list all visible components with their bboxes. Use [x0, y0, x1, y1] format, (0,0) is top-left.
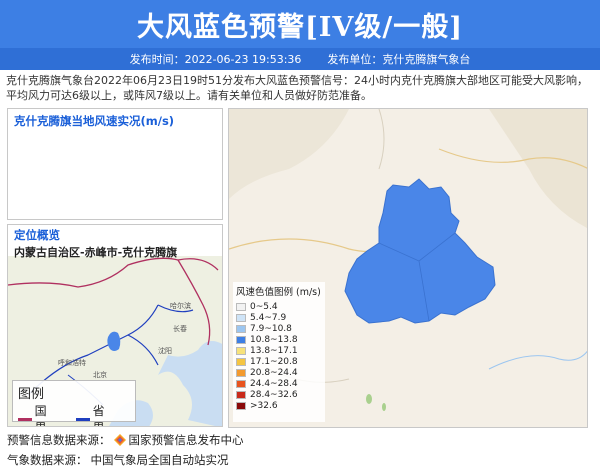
overview-legend-title: 图例 — [18, 387, 45, 402]
province-border-swatch — [76, 417, 90, 421]
wind-scale-item: 28.4~32.6 — [236, 389, 322, 400]
wind-scale-swatch — [236, 313, 246, 322]
publisher: 发布单位：克什克腾旗气象台 — [327, 53, 471, 66]
wind-scale-item: >32.6 — [236, 400, 322, 411]
svg-text:长春: 长春 — [173, 324, 187, 333]
location-header: 定位概览 内蒙古自治区-赤峰市-克什克腾旗 — [8, 225, 222, 259]
wind-scale-swatch — [236, 390, 246, 399]
wind-scale-swatch — [236, 401, 246, 410]
warning-source: 预警信息数据来源： 国家预警信息发布中心 — [7, 432, 244, 448]
weather-source-value: 中国气象局全国自动站实况 — [90, 453, 229, 467]
national-border-swatch — [18, 417, 32, 421]
location-title: 定位概览 — [14, 228, 60, 242]
meta-bar: 发布时间：2022-06-23 19:53:36 发布单位：克什克腾旗气象台 — [0, 48, 600, 70]
wind-scale-swatch — [236, 346, 246, 355]
alert-title: 大风蓝色预警[IV级/一般] — [137, 11, 463, 43]
wind-scale-item: 20.8~24.4 — [236, 367, 322, 378]
overview-legend: 图例 国界 省界 — [12, 380, 136, 426]
wind-speed-panel: 克什克腾旗当地风速实况(m/s) — [7, 108, 223, 220]
wind-scale-item: 7.9~10.8 — [236, 323, 322, 334]
location-region: 内蒙古自治区-赤峰市-克什克腾旗 — [14, 246, 178, 259]
wind-scale-label: 17.1~20.8 — [250, 356, 298, 367]
svg-text:北京: 北京 — [93, 370, 107, 379]
weather-source-label: 气象数据来源： — [7, 453, 88, 467]
wind-scale-label: >32.6 — [250, 400, 278, 411]
alert-banner: 大风蓝色预警[IV级/一般] — [0, 0, 600, 48]
publish-time: 发布时间：2022-06-23 19:53:36 — [129, 53, 302, 66]
svg-text:呼和浩特: 呼和浩特 — [58, 358, 86, 367]
wind-scale-title: 风速色值图例 (m/s) — [236, 287, 321, 298]
wind-scale-swatch — [236, 379, 246, 388]
wind-panel-title: 克什克腾旗当地风速实况(m/s) — [14, 114, 175, 128]
location-panel: 哈尔滨 长春 沈阳 北京 呼和浩特 定位概览 内蒙古自治区-赤峰市-克什克腾旗 … — [7, 224, 223, 427]
wind-scale-label: 10.8~13.8 — [250, 334, 298, 345]
warning-center-logo-icon — [113, 434, 126, 446]
legend-national-border: 国界 — [18, 402, 58, 426]
wind-scale-legend: 风速色值图例 (m/s) 0~5.4 5.4~7.9 7.9~10.8 10.8~13… — [233, 282, 325, 422]
wind-scale-item: 24.4~28.4 — [236, 378, 322, 389]
wind-scale-label: 7.9~10.8 — [250, 323, 292, 334]
wind-scale-swatch — [236, 324, 246, 333]
warning-source-label: 预警信息数据来源： — [7, 433, 111, 447]
warning-source-value: 国家预警信息发布中心 — [128, 433, 244, 447]
wind-scale-swatch — [236, 368, 246, 377]
wind-scale-label: 28.4~32.6 — [250, 389, 298, 400]
wind-scale-label: 0~5.4 — [250, 301, 278, 312]
weather-source: 气象数据来源： 中国气象局全国自动站实况 — [7, 452, 229, 468]
wind-scale-item: 17.1~20.8 — [236, 356, 322, 367]
legend-province-border: 省界 — [76, 402, 116, 426]
wind-scale-label: 13.8~17.1 — [250, 345, 298, 356]
svg-text:沈阳: 沈阳 — [158, 346, 172, 355]
svg-text:哈尔滨: 哈尔滨 — [170, 301, 191, 310]
wind-scale-label: 20.8~24.4 — [250, 367, 298, 378]
wind-scale-swatch — [236, 357, 246, 366]
wind-scale-swatch — [236, 335, 246, 344]
alert-description: 克什克腾旗气象台2022年06月23日19时51分发布大风蓝色预警信号：24小时… — [6, 74, 588, 102]
wind-scale-label: 5.4~7.9 — [250, 312, 287, 323]
wind-scale-swatch — [236, 302, 246, 311]
wind-scale-item: 5.4~7.9 — [236, 312, 322, 323]
wind-scale-label: 24.4~28.4 — [250, 378, 298, 389]
wind-scale-item: 10.8~13.8 — [236, 334, 322, 345]
wind-scale-item: 13.8~17.1 — [236, 345, 322, 356]
wind-scale-item: 0~5.4 — [236, 301, 322, 312]
